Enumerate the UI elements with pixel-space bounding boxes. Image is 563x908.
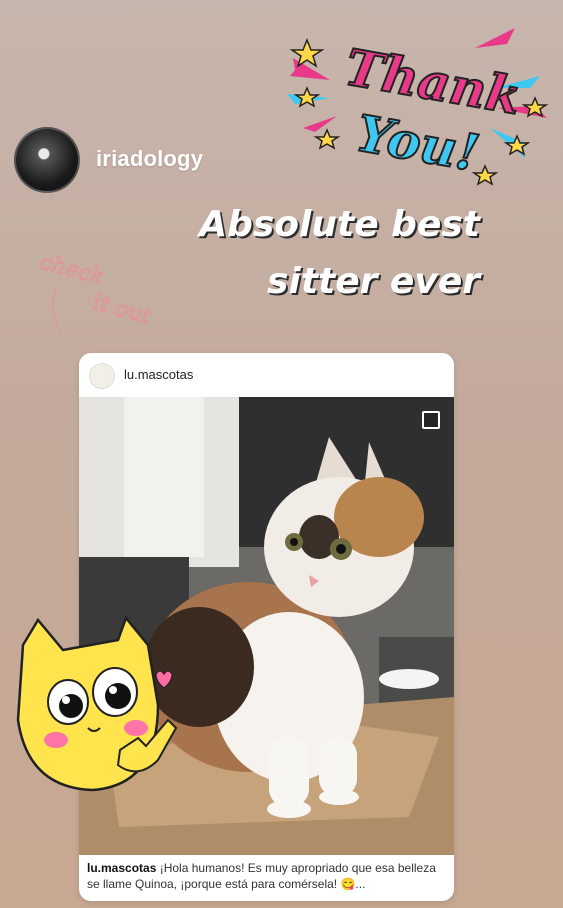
check-it-out-sticker: check it out xyxy=(38,249,154,334)
profile-avatar[interactable] xyxy=(14,127,80,193)
heart-icon xyxy=(155,670,173,689)
caption-username[interactable]: lu.mascotas xyxy=(87,861,156,875)
story-screen: iriadology Thank You! Absolute best sitt… xyxy=(0,0,563,908)
post-select-checkbox[interactable] xyxy=(422,411,440,429)
thank-you-sticker: Thank You! xyxy=(287,28,549,186)
yellow-cat-sticker xyxy=(16,615,178,792)
check-underline xyxy=(52,287,61,334)
check-text: check xyxy=(38,249,107,290)
it-out-text: it out xyxy=(90,290,154,329)
post-author-username[interactable]: lu.mascotas xyxy=(124,367,193,382)
post-caption: lu.mascotas ¡Hola humanos! Es muy apropr… xyxy=(87,860,447,892)
headline-line-1: Absolute best xyxy=(199,204,480,245)
post-header: lu.mascotas xyxy=(79,353,454,397)
post-author-avatar[interactable] xyxy=(89,363,115,389)
story-username[interactable]: iriadology xyxy=(96,146,203,172)
